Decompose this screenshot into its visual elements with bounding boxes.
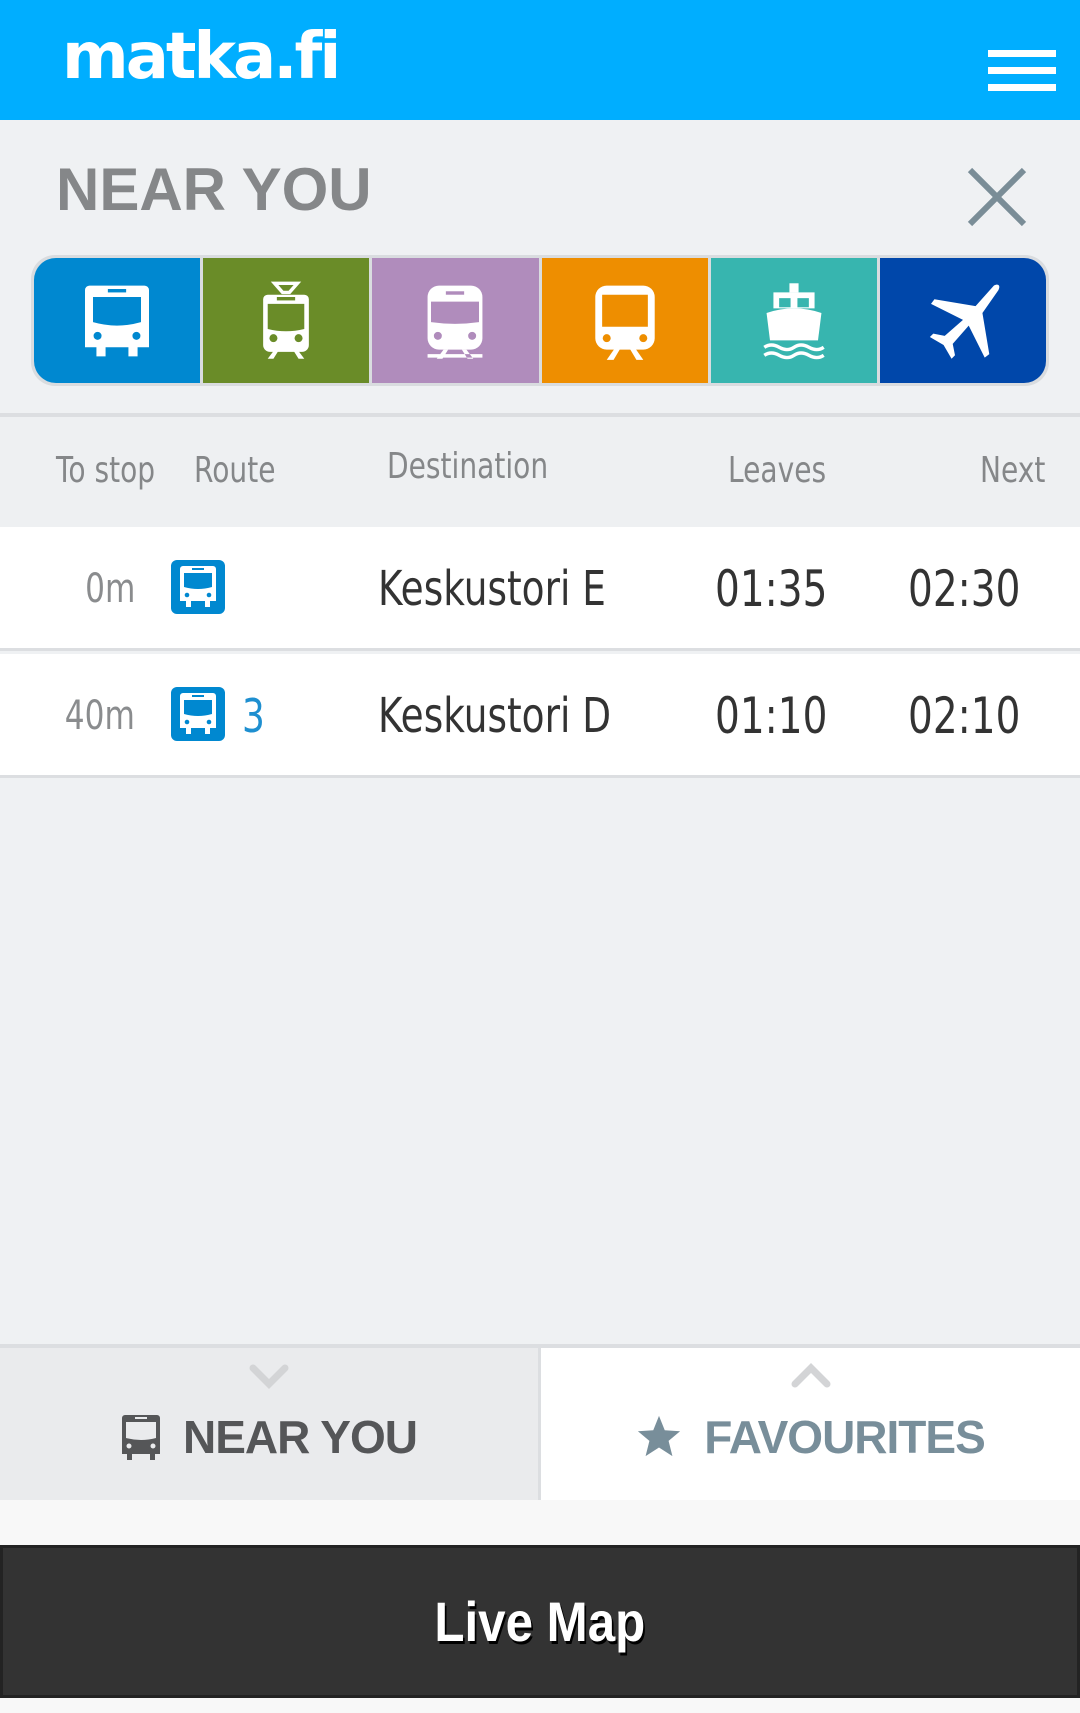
tram-icon: [263, 281, 310, 359]
train-icon: [427, 285, 483, 359]
chevron-down-icon: [249, 1364, 289, 1389]
column-header-next: Next: [980, 450, 1046, 491]
chevron-up-icon: [791, 1363, 830, 1388]
airplane-icon: [929, 284, 1000, 359]
live-map-button[interactable]: Live Map: [0, 1545, 1080, 1698]
live-map-label: Live Map: [434, 1590, 646, 1653]
departure-row[interactable]: 0m Keskustori E 01:35 02:30: [0, 527, 1080, 651]
bus-icon: [171, 687, 225, 741]
destination: Keskustori D: [378, 688, 612, 744]
close-icon[interactable]: [962, 162, 1032, 232]
mode-train-button[interactable]: [372, 258, 539, 383]
column-header-destination: Destination: [387, 446, 549, 487]
transport-mode-selector: [31, 255, 1049, 386]
leaves-time: 01:10: [715, 687, 828, 745]
distance-to-stop: 0m: [84, 566, 135, 612]
departure-row[interactable]: 40m 3 Keskustori D 01:10 02:10: [0, 654, 1080, 778]
departures-table-header: To stop Route Destination Leaves Next: [0, 417, 1080, 527]
mode-ferry-button[interactable]: [710, 258, 877, 383]
matkafi-logo[interactable]: matka.fi: [62, 22, 341, 92]
bus-icon: [85, 285, 150, 356]
metro-icon: [594, 285, 655, 360]
spacer: [0, 1698, 1080, 1713]
mode-bus-button[interactable]: [34, 258, 201, 383]
next-time: 02:30: [908, 560, 1021, 618]
column-header-leaves: Leaves: [728, 450, 827, 491]
star-icon: [638, 1415, 681, 1457]
tab-favourites-label: FAVOURITES: [704, 1411, 986, 1463]
spacer: [0, 1500, 1080, 1545]
next-time: 02:10: [908, 687, 1021, 745]
app-header: matka.fi: [0, 0, 1080, 120]
mode-tram-button[interactable]: [203, 258, 370, 383]
column-header-route: Route: [194, 450, 276, 491]
bottom-tab-bar: NEAR YOU FAVOURITES: [0, 1344, 1080, 1500]
tab-near-you-label: NEAR YOU: [183, 1411, 418, 1463]
route-number: 3: [242, 689, 265, 743]
destination: Keskustori E: [378, 561, 606, 617]
mode-metro-button[interactable]: [541, 258, 708, 383]
mode-airplane-button[interactable]: [879, 258, 1047, 383]
bus-icon: [171, 560, 225, 614]
ferry-icon: [763, 282, 825, 359]
hamburger-menu-icon[interactable]: [980, 44, 1060, 94]
distance-to-stop: 40m: [64, 693, 135, 739]
tab-favourites[interactable]: FAVOURITES: [541, 1348, 1080, 1500]
bus-icon: [122, 1415, 160, 1460]
column-header-to-stop: To stop: [56, 450, 156, 491]
panel-title: NEAR YOU: [56, 156, 372, 223]
tab-near-you[interactable]: NEAR YOU: [0, 1348, 541, 1500]
leaves-time: 01:35: [715, 560, 828, 618]
